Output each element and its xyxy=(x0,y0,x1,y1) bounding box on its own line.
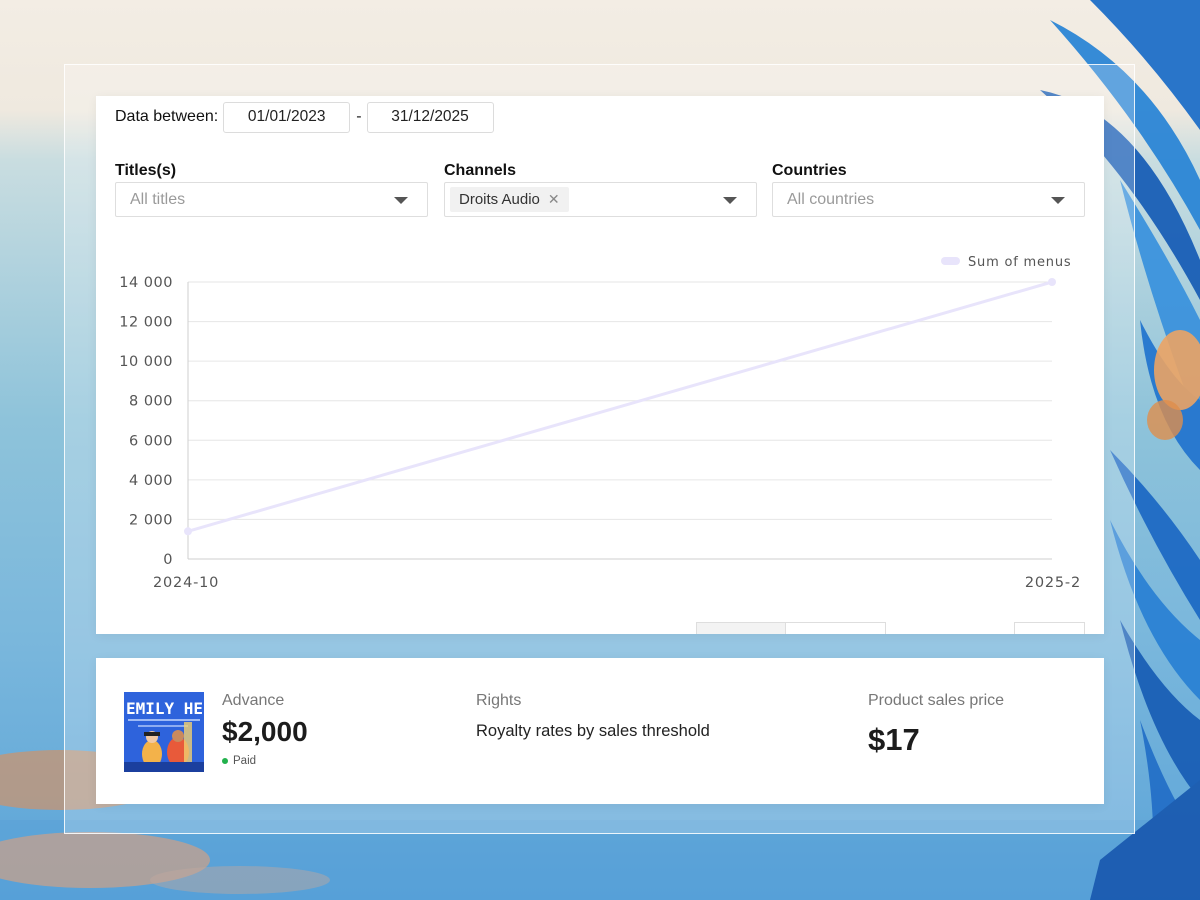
book-cover-title: EMILY HEN xyxy=(126,699,204,718)
channel-tag-label: Droits Audio xyxy=(459,191,540,208)
advance-label: Advance xyxy=(222,692,285,709)
chevron-down-icon[interactable] xyxy=(723,197,737,204)
rights-value: Royalty rates by sales threshold xyxy=(476,722,710,740)
countries-select[interactable]: All countries xyxy=(772,182,1085,217)
y-tick-label: 14 000 xyxy=(119,275,173,291)
y-tick-label: 4 000 xyxy=(129,473,173,489)
date-range-label: Data between: xyxy=(115,108,219,125)
series-line xyxy=(187,280,1053,533)
tab-view-2[interactable] xyxy=(786,622,886,634)
price-value: $17 xyxy=(868,722,920,757)
contract-summary: EMILY HEN Advance $2,000 Paid Rights Roy… xyxy=(96,658,1104,804)
y-tick-label: 2 000 xyxy=(129,512,173,528)
countries-filter-label: Countries xyxy=(772,162,847,179)
y-tick-label: 12 000 xyxy=(119,315,173,331)
channels-select[interactable]: Droits Audio ✕ xyxy=(444,182,757,217)
book-cover: EMILY HEN xyxy=(124,692,204,772)
advance-value: $2,000 xyxy=(222,716,308,747)
channels-filter: Channels Droits Audio ✕ xyxy=(444,160,757,217)
data-point xyxy=(1048,278,1056,286)
channel-tag: Droits Audio ✕ xyxy=(450,187,569,212)
titles-filter: Titles(s) All titles xyxy=(115,160,428,217)
y-tick-label: 6 000 xyxy=(129,433,173,449)
titles-select[interactable]: All titles xyxy=(115,182,428,217)
data-point xyxy=(184,527,192,536)
channels-filter-label: Channels xyxy=(444,162,517,179)
legend-label: Sum of menus xyxy=(968,255,1071,270)
status-badge: Paid xyxy=(222,755,256,767)
date-range: Data between: 01/01/2023 - 31/12/2025 xyxy=(115,101,494,133)
y-tick-label: 8 000 xyxy=(129,394,173,410)
x-tick-label: 2025-2 xyxy=(1025,575,1081,591)
tab-view-1[interactable] xyxy=(696,622,786,634)
chart-option-button[interactable] xyxy=(1014,622,1085,634)
book-cover-art: EMILY HEN xyxy=(124,692,204,772)
x-tick-label: 2024-10 xyxy=(153,575,219,591)
y-tick-label: 10 000 xyxy=(119,354,173,370)
close-icon[interactable]: ✕ xyxy=(548,191,560,208)
chart-view-tabs xyxy=(696,622,886,634)
line-chart: 0 2 000 4 000 6 000 8 000 10 000 12 000 14 000 2… xyxy=(119,255,1081,591)
titles-filter-label: Titles(s) xyxy=(115,162,177,179)
status-dot-icon xyxy=(222,758,228,764)
legend-swatch xyxy=(941,257,960,265)
report-panel: Data between: 01/01/2023 - 31/12/2025 Ti… xyxy=(96,96,1104,634)
date-from-input[interactable]: 01/01/2023 xyxy=(223,101,351,133)
countries-placeholder: All countries xyxy=(787,190,875,208)
date-separator: - xyxy=(356,108,362,125)
date-to-input[interactable]: 31/12/2025 xyxy=(366,101,494,133)
y-tick-label: 0 xyxy=(163,552,173,568)
titles-placeholder: All titles xyxy=(130,190,186,208)
rights-label: Rights xyxy=(476,692,522,709)
status-badge-label: Paid xyxy=(233,755,257,767)
chevron-down-icon[interactable] xyxy=(1051,197,1065,204)
price-label: Product sales price xyxy=(868,692,1005,709)
chevron-down-icon[interactable] xyxy=(394,197,408,204)
countries-filter: Countries All countries xyxy=(772,160,1085,217)
